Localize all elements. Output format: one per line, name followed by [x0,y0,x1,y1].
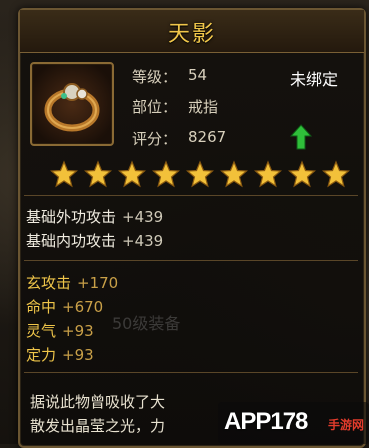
divider [24,372,358,373]
item-tooltip-panel: 天影 等级： 54 部位： 戒指 评分： 8267 未绑定 基础外功攻击 +439… [18,8,366,448]
star-icon [220,160,248,188]
extra-attr-value: +93 [62,346,94,364]
site-watermark-logo: APP178 手游网 [218,402,369,444]
extra-attr-label: 玄攻击 [26,274,72,292]
base-attr-label: 基础内功攻击 [26,232,117,250]
up-arrow-icon [290,124,312,150]
star-icon [50,160,78,188]
extra-attr-label: 命中 [26,298,57,316]
item-icon-frame[interactable] [30,62,114,146]
score-label: 评分： [132,130,178,148]
star-icon [288,160,316,188]
watermark-sub: 手游网 [328,418,365,432]
extra-attr-value: +93 [62,322,94,340]
slot-value: 戒指 [188,98,219,116]
extra-attr-row: 玄攻击 +170 [26,272,118,293]
star-icon [322,160,350,188]
extra-attr-row: 定力 +93 [26,344,94,365]
level-value: 54 [188,66,208,84]
base-attr-value: +439 [122,232,164,250]
extra-attr-row: 灵气 +93 [26,320,94,341]
title-bar: 天影 [20,10,364,53]
slot-label: 部位： [132,98,178,116]
star-icon [84,160,112,188]
score-value: 8267 [188,128,227,146]
star-icon [186,160,214,188]
extra-attr-label: 灵气 [26,322,57,340]
extra-attr-value: +670 [62,298,104,316]
star-icon [254,160,282,188]
level-label: 等级： [132,68,178,86]
base-attr-row: 基础外功攻击 +439 [26,206,163,227]
extra-attr-row: 命中 +670 [26,296,103,317]
base-attr-label: 基础外功攻击 [26,208,117,226]
watermark-brand: APP178 [224,408,308,435]
divider [24,195,358,196]
extra-attr-value: +170 [77,274,119,292]
star-icon [118,160,146,188]
star-rating [50,160,350,188]
extra-attr-label: 定力 [26,346,57,364]
background-item-text: 50级装备 [112,314,181,333]
base-attr-row: 基础内功攻击 +439 [26,230,163,251]
item-name: 天影 [167,22,216,47]
divider [24,260,358,261]
base-attr-value: +439 [122,208,164,226]
ring-icon [44,83,100,132]
bind-status: 未绑定 [290,70,339,89]
star-icon [152,160,180,188]
